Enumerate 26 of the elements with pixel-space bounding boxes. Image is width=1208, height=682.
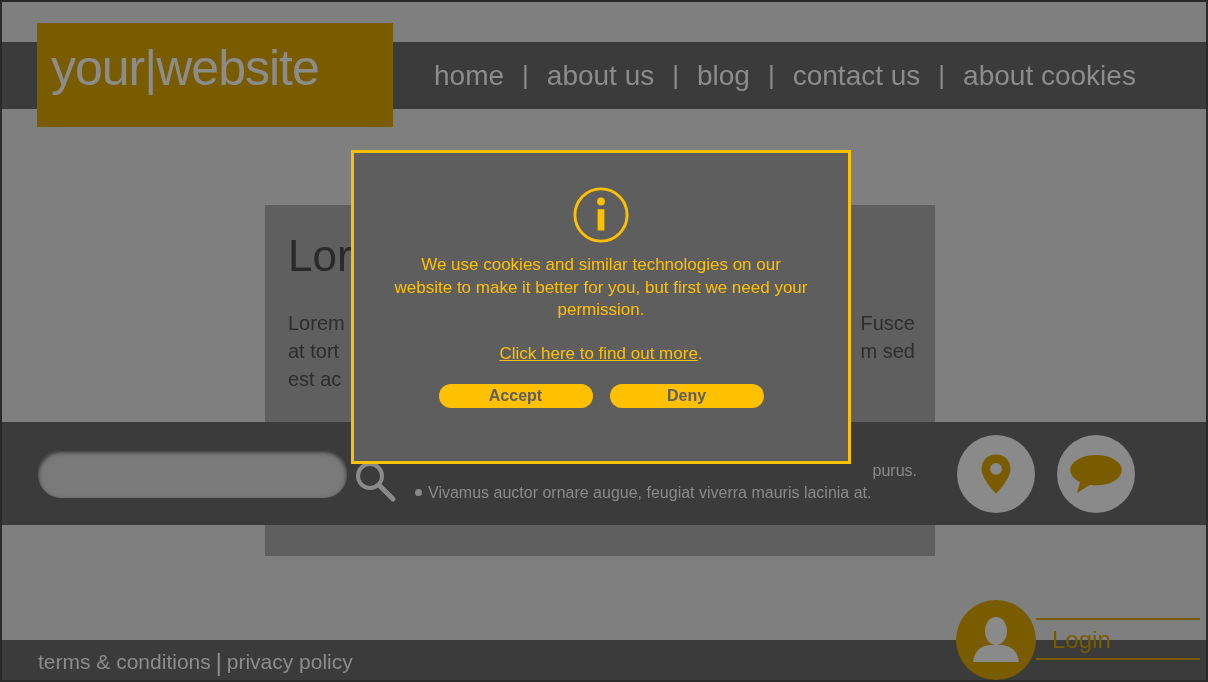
login-button[interactable]: Login [1036,618,1200,660]
nav-link[interactable]: home [434,59,505,92]
accept-button[interactable]: Accept [438,383,593,408]
bullet-text: purus. [872,461,917,480]
more-link[interactable]: Click here to find out more [499,343,698,363]
footer-separator: | [215,649,222,677]
deny-button[interactable]: Deny [609,383,764,408]
nav-separator: | [938,60,946,91]
info-icon [572,186,630,244]
nav-separator: | [522,60,529,91]
nav-link[interactable]: contact us [792,59,921,92]
bullet-dot [415,489,422,496]
cookie-message: We use cookies and similar technologies on our website to make it better for you, but first we need your permission. [393,254,809,321]
search-field[interactable] [38,449,347,498]
bullet-text: Vivamus auctor ornare augue, feugiat viverra mauris lacinia at. [428,483,872,502]
logo[interactable]: your|website [37,23,393,127]
nav-separator: | [767,60,775,91]
footer-link[interactable]: terms & conditions [38,649,211,677]
nav-separator: | [672,60,679,91]
speech-bubble-icon [1069,452,1123,495]
footer-link[interactable]: privacy policy [226,649,353,677]
nav-link[interactable]: blog [697,59,750,92]
nav-link[interactable]: about cookies [963,59,1136,92]
link-period: . [697,343,703,363]
user-icon[interactable] [956,600,1036,680]
nav-link[interactable]: about us [546,59,655,92]
